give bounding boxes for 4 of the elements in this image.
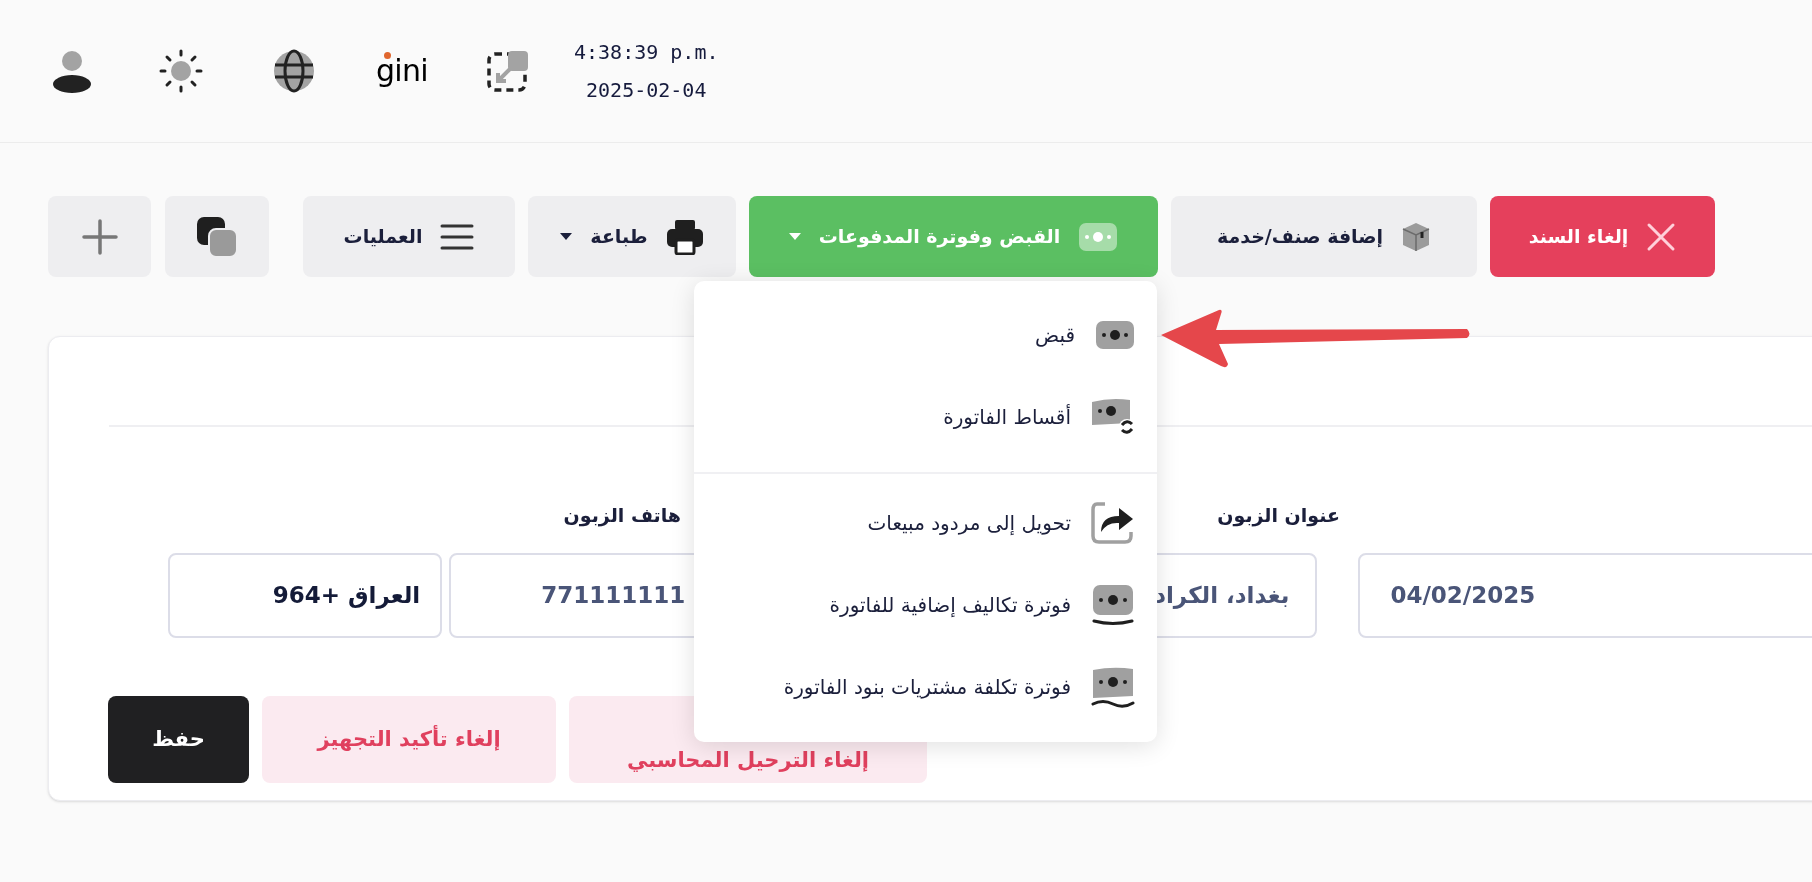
field-label: هاتف الزبون	[563, 503, 681, 529]
clock-time: 4:38:39 p.m.	[574, 39, 719, 66]
clock-date: 2025-02-04	[586, 77, 707, 104]
field-label: عنوان الزبون	[1217, 503, 1340, 529]
